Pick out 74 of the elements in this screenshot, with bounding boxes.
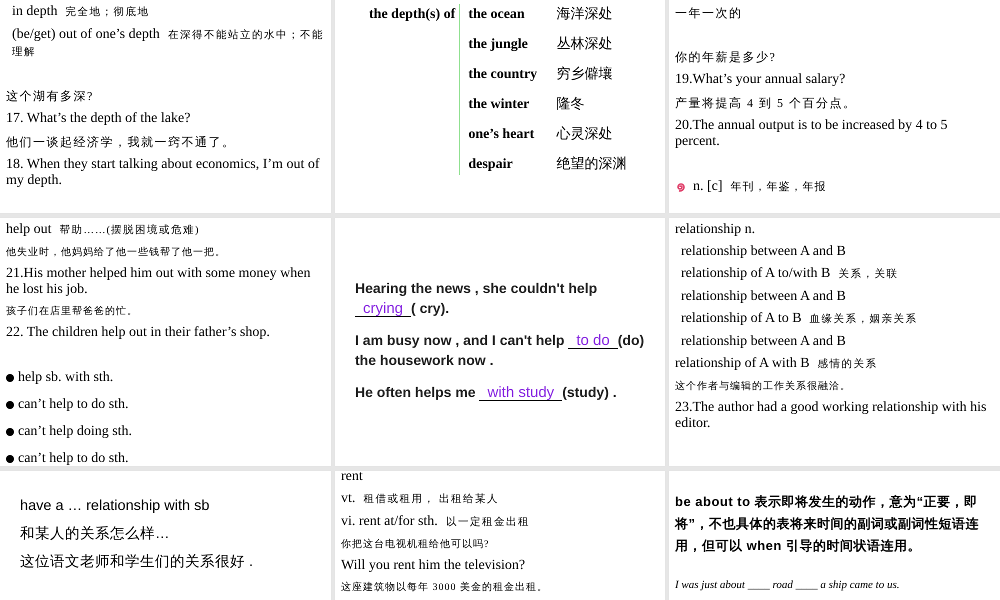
slide-text: n. [c] 年刊，年鉴，年报: [693, 178, 827, 196]
slide-text: 产量将提高 4 到 5 个百分点。: [675, 95, 858, 112]
phrase-english: despair: [468, 156, 514, 174]
slide-text: 20.The annual output is to be increased by 4 to 5 percent.: [675, 118, 949, 150]
slide-text: relationship between A and B: [680, 289, 847, 305]
slide-thumbnail[interactable]: 一年一次的 你的年薪是多少? 19.What’s your annual salary? 产量将提高 4 到 5 个百分点。 20.The annual output is to be increased by 4 to 5 percent. n. [c] 年刊，年鉴，年报: [669, 0, 1000, 213]
bullet-text: can’t help to do sth.: [18, 450, 129, 466]
slide-text: 21.His mother helped him out with some money when he lost his job.: [6, 266, 312, 298]
phrase-chinese: 心灵深处: [556, 125, 612, 144]
phrase-head: the depth(s) of: [369, 6, 456, 24]
slide-thumbnail[interactable]: [669, 218, 1000, 466]
answer-blank: with study: [479, 385, 562, 401]
phrase-english: the country: [468, 66, 538, 84]
slide-text: 这座建筑物以每年 3000 美金的租金出租。: [341, 580, 549, 595]
slide-text: 一年一次的: [675, 5, 744, 22]
exercise-sentence: I am busy now , and I can't help to do (do) the housework now .: [355, 331, 646, 370]
slide-paragraph: be about to 表示即将发生的动作，意为“正要，即将”，不也具体的表将来时间的副词或副词性短语连用，但可以 when 引导的时间状语连用。: [675, 493, 980, 555]
bullet-text: help sb. with sth.: [18, 369, 114, 387]
bullet-text: can’t help to do sth.: [18, 396, 129, 414]
slide-text: 你的年薪是多少?: [675, 49, 778, 66]
phrase-chinese: 隆冬: [556, 96, 584, 114]
phrase-chinese: 丛林深处: [556, 36, 612, 54]
slide-text: relationship n.: [675, 222, 756, 238]
slide-text: in depth 完全地；彻底地: [11, 4, 150, 21]
slide-thumbnail[interactable]: in depth 完全地；彻底地 (be/get) out of one’s depth 在深得不能站立的水中；不能理解 这个湖有多深? 17. What’s the depth of the lake? 他们一谈起经济学，我就一窍不通了。 18. When they start talking about economics, I’m out of my depth.: [0, 0, 331, 213]
slide-thumbnail[interactable]: have a … relationship with sb 和某人的关系怎么样… 这位语文老师和学生们的关系很好 .: [0, 471, 331, 600]
slide-thumbnail[interactable]: Hearing the news , she couldn't help crying ( cry). I am busy now , and I can't help to do (do) the housework now . He often helps me with study (study) .: [335, 218, 665, 466]
answer-blank: crying: [355, 301, 412, 317]
exercise-sentence: Hearing the news , she couldn't help crying ( cry).: [355, 279, 598, 318]
slide-text: 19.What’s your annual salary?: [675, 72, 846, 88]
slide-text: relationship of A with B 感情的关系: [675, 356, 879, 373]
phrase-english: the winter: [468, 96, 530, 114]
slide-text: have a … relationship with sb: [19, 497, 210, 516]
phrase-chinese: 绝望的深渊: [556, 155, 626, 174]
bullet-icon: [6, 454, 14, 462]
slide-thumbnail[interactable]: the depth(s) of the ocean 海洋深处 the jungle 丛林深处 the country 穷乡僻壤 the winter 隆冬 one’s heart 心灵深处 despair 绝望的深渊: [335, 0, 665, 213]
phrase-english: one’s heart: [468, 126, 536, 144]
slide-thumbnail[interactable]: rent vt. 租借或租用， 出租给某人 vi. rent at/for sth. 以一定租金出租 你把这台电视机租给他可以吗? Will you rent him the television? 这座建筑物以每年 3000 美金的租金出租。: [335, 471, 665, 600]
slide-text: rent: [341, 471, 364, 485]
slide-text: relationship between A and B: [680, 244, 847, 260]
slide-text: 18. When they start talking about economics, I’m out of my depth.: [6, 157, 321, 189]
slide-text: 他失业时，他妈妈给了他一些钱帮了他一把。: [6, 246, 227, 260]
slide-text: 这个湖有多深?: [6, 88, 95, 105]
slide-text: relationship of A to/with B 关系，关联: [680, 266, 900, 283]
phrase-chinese: 海洋深处: [556, 6, 612, 24]
bullet-text: can’t help doing sth.: [18, 423, 132, 441]
slide-text: (be/get) out of one’s depth 在深得不能站立的水中；不能理解: [11, 27, 325, 60]
bullet-icon: [6, 400, 14, 408]
slide-text: vt. 租借或租用， 出租给某人: [341, 491, 500, 508]
slide-text: 孩子们在店里帮爸爸的忙。: [6, 304, 139, 319]
slide-text: I was just about ____ road ____ a ship came to us.: [675, 579, 900, 592]
slide-text: relationship between A and B: [680, 334, 847, 350]
slide-text: 22. The children help out in their father’s shop.: [6, 325, 271, 341]
phrase-english: the ocean: [468, 6, 526, 24]
slide-text: relationship of A to B 血缘关系，姻亲关系: [680, 311, 919, 328]
phrase-english: the jungle: [468, 36, 529, 54]
slide-text: 他们一谈起经济学，我就一窍不通了。: [6, 134, 236, 151]
answer-blank: to do: [568, 333, 618, 349]
bullet-icon: [6, 428, 14, 436]
slide-thumbnail[interactable]: be about to 表示即将发生的动作，意为“正要，即将”，不也具体的表将来时间的副词或副词性短语连用，但可以 when 引导的时间状语连用。 I was just about ____ road ____ a ship came to us.: [669, 471, 1000, 600]
slide-text: Will you rent him the television?: [341, 558, 526, 574]
slide-text: 23.The author had a good working relationship with his editor.: [675, 400, 988, 432]
slide-text: 和某人的关系怎么样…: [19, 525, 170, 544]
slide-text: 你把这台电视机租给他可以吗?: [341, 538, 490, 552]
slide-text: vi. rent at/for sth. 以一定租金出租: [341, 514, 531, 531]
bullet-icon: [6, 374, 14, 382]
slide-text: 这位语文老师和学生们的关系很好 .: [19, 553, 254, 572]
spiral-icon: [675, 182, 685, 192]
slide-thumbnail[interactable]: [0, 218, 331, 466]
slide-text: 这个作者与编辑的工作关系很融洽。: [675, 380, 852, 394]
slide-text: 17. What’s the depth of the lake?: [6, 111, 192, 127]
exercise-sentence: He often helps me with study (study) .: [355, 383, 618, 402]
phrase-chinese: 穷乡僻壤: [556, 65, 612, 84]
slide-text: help out 帮助……(摆脱困境或危难): [6, 222, 200, 239]
